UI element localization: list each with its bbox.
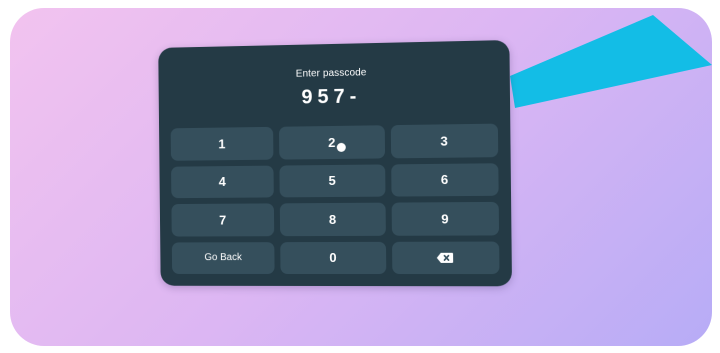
vr-viewport: Enter passcode 957- 1 2 3 4 5 6 7 8 9 Go…: [10, 8, 712, 346]
key-7[interactable]: 7: [171, 203, 274, 236]
key-8[interactable]: 8: [280, 203, 385, 236]
key-9[interactable]: 9: [391, 202, 499, 235]
key-2-label: 2: [328, 135, 335, 150]
keypad-grid: 1 2 3 4 5 6 7 8 9 Go Back 0: [171, 124, 500, 274]
passcode-display: 957-: [159, 83, 510, 112]
go-back-button[interactable]: Go Back: [172, 242, 275, 274]
key-5[interactable]: 5: [280, 164, 385, 197]
passcode-keypad: Enter passcode 957- 1 2 3 4 5 6 7 8 9 Go…: [158, 40, 512, 286]
keypad-title: Enter passcode: [158, 64, 509, 82]
backspace-button[interactable]: [392, 241, 500, 274]
key-1[interactable]: 1: [171, 127, 274, 160]
pointer-cursor: [337, 143, 346, 152]
key-6[interactable]: 6: [391, 163, 499, 197]
key-4[interactable]: 4: [171, 165, 274, 198]
key-3[interactable]: 3: [390, 124, 498, 158]
key-0[interactable]: 0: [281, 241, 386, 274]
backspace-icon: [436, 252, 454, 264]
key-2[interactable]: 2: [279, 125, 384, 159]
